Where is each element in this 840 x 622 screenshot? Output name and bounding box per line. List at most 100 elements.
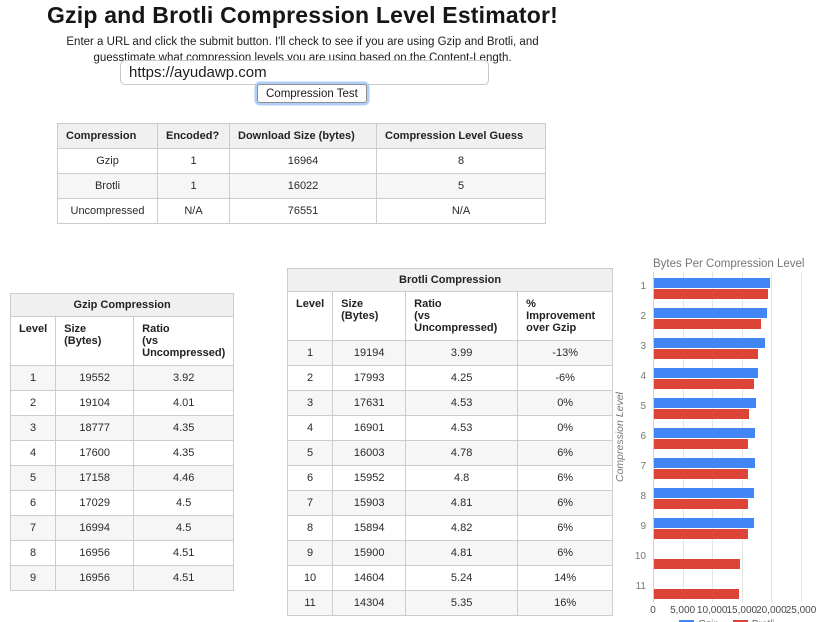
table-row: UncompressedN/A76551N/A xyxy=(58,199,546,224)
cell: 3 xyxy=(288,391,333,416)
column-header: Compression xyxy=(58,124,158,149)
bar-group: 8 xyxy=(653,482,801,512)
gzip-bar xyxy=(654,368,758,378)
cell: 5.24 xyxy=(406,566,518,591)
table-caption-row: Gzip Compression xyxy=(11,294,234,317)
gzip-table: Gzip Compression LevelSize (Bytes)Ratio … xyxy=(10,293,234,591)
table-row: 5171584.46 xyxy=(11,466,234,491)
compression-test-button[interactable]: Compression Test xyxy=(257,84,367,103)
y-tick-label: 8 xyxy=(640,491,646,502)
cell: 4.5 xyxy=(134,491,234,516)
bytes-per-level-chart: Bytes Per Compression Level Compression … xyxy=(612,253,840,622)
cell: Gzip xyxy=(58,149,158,174)
cell: 14604 xyxy=(333,566,406,591)
cell: 17600 xyxy=(56,441,134,466)
x-tick-label: 15,000 xyxy=(727,605,758,616)
cell: 4.78 xyxy=(406,441,518,466)
gzip-bar xyxy=(654,458,755,468)
cell: 4.82 xyxy=(406,516,518,541)
table-caption-row: Brotli Compression xyxy=(288,269,613,292)
cell: 16956 xyxy=(56,566,134,591)
y-tick-label: 10 xyxy=(635,551,646,562)
cell: 7 xyxy=(288,491,333,516)
cell: 7 xyxy=(11,516,56,541)
cell: 5 xyxy=(288,441,333,466)
cell: 1 xyxy=(11,366,56,391)
cell: Uncompressed xyxy=(58,199,158,224)
cell: 16022 xyxy=(230,174,377,199)
cell: 6% xyxy=(518,491,613,516)
cell: 18777 xyxy=(56,416,134,441)
brotli-bar xyxy=(654,469,748,479)
bar-group: 7 xyxy=(653,452,801,482)
table-row: 8169564.51 xyxy=(11,541,234,566)
column-header: Download Size (bytes) xyxy=(230,124,377,149)
cell: 16901 xyxy=(333,416,406,441)
url-input[interactable] xyxy=(120,60,489,85)
chart-y-axis-title: Compression Level xyxy=(613,272,627,602)
cell: 15894 xyxy=(333,516,406,541)
table-row: 6159524.86% xyxy=(288,466,613,491)
cell: 5.35 xyxy=(406,591,518,616)
cell: 4.53 xyxy=(406,391,518,416)
cell: 4.25 xyxy=(406,366,518,391)
column-header: Ratio (vs Uncompressed) xyxy=(406,292,518,341)
table-row: 7169944.5 xyxy=(11,516,234,541)
cell: 4.81 xyxy=(406,491,518,516)
cell: 4.5 xyxy=(134,516,234,541)
table-title: Brotli Compression xyxy=(288,269,613,292)
cell: 17029 xyxy=(56,491,134,516)
bar-group: 2 xyxy=(653,302,801,332)
y-tick-label: 5 xyxy=(640,401,646,412)
brotli-bar xyxy=(654,349,758,359)
page-title: Gzip and Brotli Compression Level Estima… xyxy=(0,2,605,29)
table-header-row: LevelSize (Bytes)Ratio (vs Uncompressed)… xyxy=(288,292,613,341)
x-tick-label: 10,000 xyxy=(697,605,728,616)
column-header: Size (Bytes) xyxy=(56,317,134,366)
gzip-bar xyxy=(654,398,756,408)
brotli-table-head: Brotli Compression LevelSize (Bytes)Rati… xyxy=(288,269,613,341)
cell: 6% xyxy=(518,466,613,491)
y-tick-label: 11 xyxy=(636,581,646,592)
cell: 3.99 xyxy=(406,341,518,366)
brotli-bar xyxy=(654,439,748,449)
page: Gzip and Brotli Compression Level Estima… xyxy=(0,0,840,622)
cell: 4.35 xyxy=(134,416,234,441)
cell: 5 xyxy=(11,466,56,491)
cell: 2 xyxy=(11,391,56,416)
table-row: 2191044.01 xyxy=(11,391,234,416)
cell: 4.51 xyxy=(134,541,234,566)
cell: 0% xyxy=(518,391,613,416)
gzip-bar xyxy=(654,428,755,438)
table-header-row: CompressionEncoded?Download Size (bytes)… xyxy=(58,124,546,149)
table-row: 4169014.530% xyxy=(288,416,613,441)
cell: 76551 xyxy=(230,199,377,224)
y-tick-label: 3 xyxy=(640,341,646,352)
cell: 4.53 xyxy=(406,416,518,441)
bar-group: 1 xyxy=(653,272,801,302)
summary-table-body: Gzip1169648Brotli1160225UncompressedN/A7… xyxy=(58,149,546,224)
cell: 8 xyxy=(288,516,333,541)
cell: 4.51 xyxy=(134,566,234,591)
cell: 6% xyxy=(518,541,613,566)
cell: 6 xyxy=(288,466,333,491)
column-header: Ratio (vs Uncompressed) xyxy=(134,317,234,366)
cell: 16964 xyxy=(230,149,377,174)
table-row: 4176004.35 xyxy=(11,441,234,466)
cell: 4 xyxy=(11,441,56,466)
column-header: Level xyxy=(288,292,333,341)
cell: 17631 xyxy=(333,391,406,416)
cell: -6% xyxy=(518,366,613,391)
x-tick-label: 25,000 xyxy=(786,605,817,616)
brotli-bar xyxy=(654,409,749,419)
table-title: Gzip Compression xyxy=(11,294,234,317)
cell: 6% xyxy=(518,441,613,466)
cell: 9 xyxy=(11,566,56,591)
table-row: 8158944.826% xyxy=(288,516,613,541)
gzip-bar xyxy=(654,338,765,348)
bar-group: 6 xyxy=(653,422,801,452)
table-row: 9159004.816% xyxy=(288,541,613,566)
subtitle-line: Enter a URL and click the submit button.… xyxy=(65,34,540,50)
cell: 1 xyxy=(158,149,230,174)
cell: 4.46 xyxy=(134,466,234,491)
